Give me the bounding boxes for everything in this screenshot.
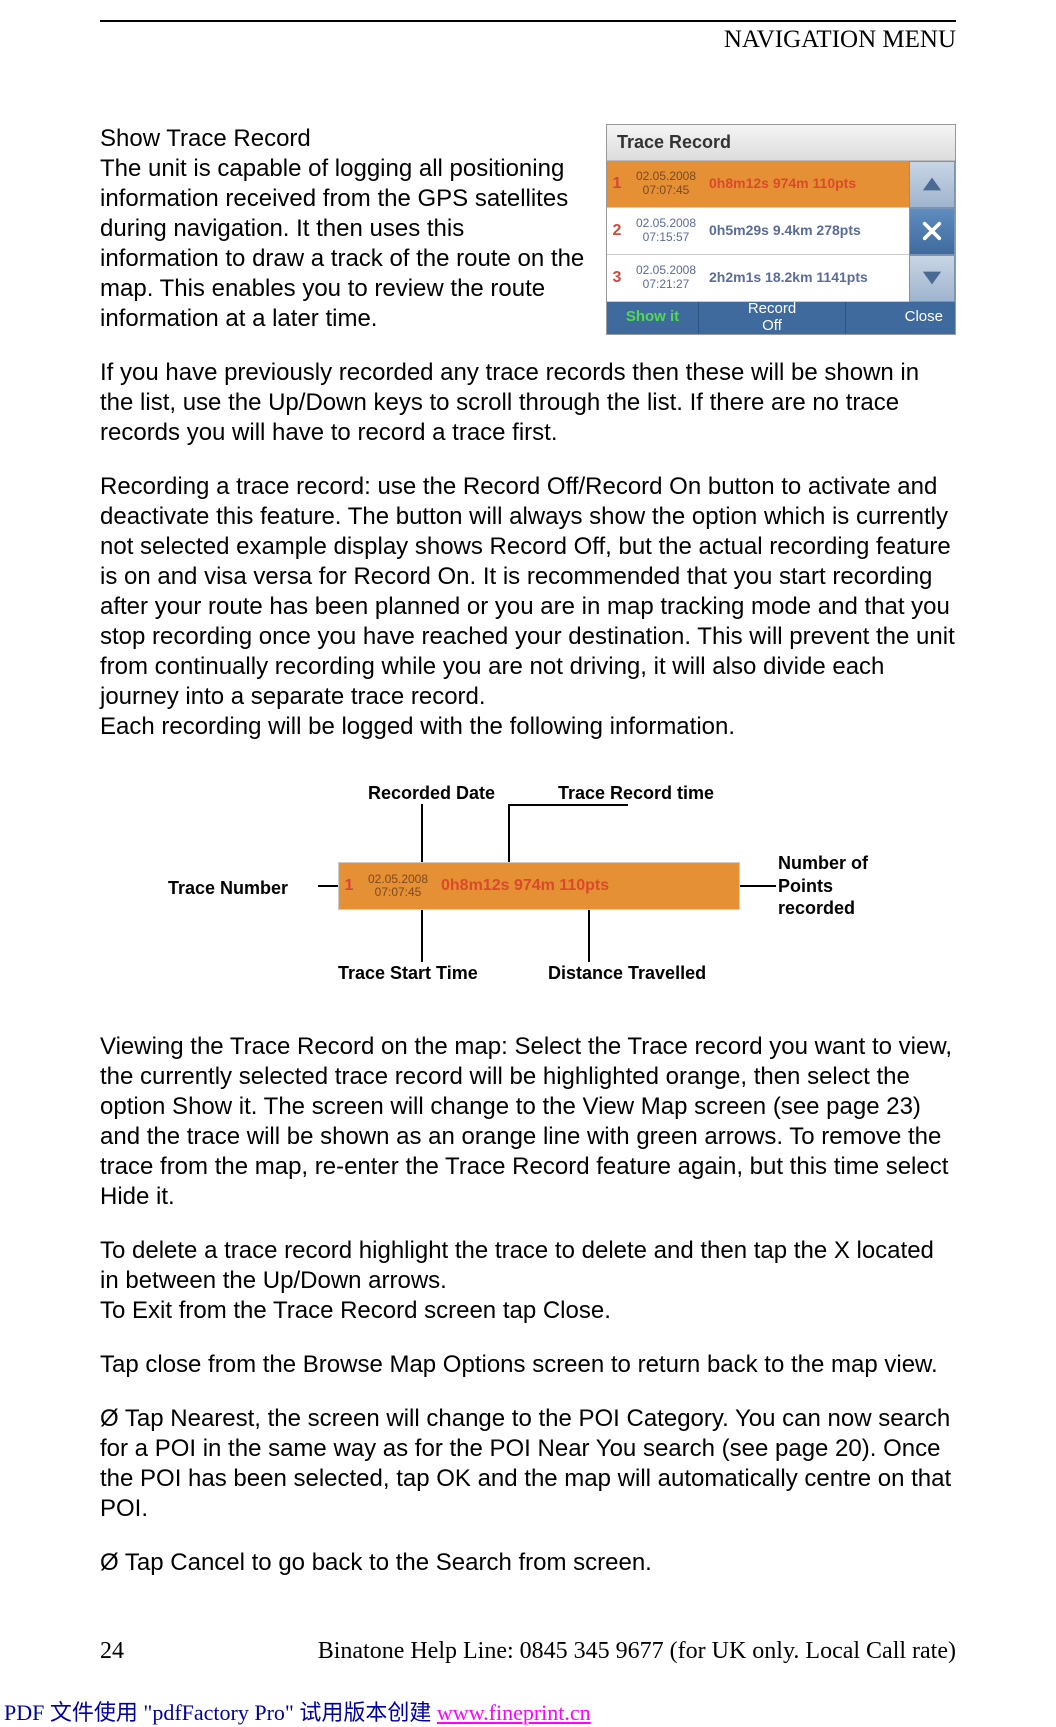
paragraph: Each recording will be logged with the f… — [100, 712, 956, 742]
trace-row-datetime: 02.05.2008 07:21:27 — [627, 264, 705, 290]
paragraph: Ø Tap Nearest, the screen will change to… — [100, 1404, 956, 1524]
label-trace-record-time: Trace Record time — [558, 782, 714, 805]
label-number-points: Number of Points recorded — [778, 852, 888, 920]
paragraph: Recording a trace record: use the Record… — [100, 472, 956, 712]
paragraph: Viewing the Trace Record on the map: Sel… — [100, 1032, 956, 1212]
trace-row-datetime: 02.05.2008 07:07:45 — [627, 170, 705, 196]
trace-row-info: 2h2m1s 18.2km 1141pts — [705, 269, 909, 287]
trace-row-number: 1 — [607, 174, 627, 194]
pdf-factory-footer: PDF 文件使用 "pdfFactory Pro" 试用版本创建 www.fin… — [0, 1695, 1056, 1727]
trace-record-screenshot: Trace Record 1 02.05.2008 07:07:45 0h8m1… — [606, 124, 956, 335]
anno-row-datetime: 02.05.2008 07:07:45 — [359, 873, 437, 899]
delete-button[interactable] — [909, 208, 955, 255]
page-header-title: NAVIGATION MENU — [100, 26, 956, 54]
trace-row-info: 0h8m12s 974m 110pts — [705, 175, 909, 193]
page-number: 24 — [100, 1638, 124, 1665]
paragraph: Tap close from the Browse Map Options sc… — [100, 1350, 956, 1380]
record-off-button[interactable]: Record Off — [699, 302, 846, 334]
annotated-trace-row: 1 02.05.2008 07:07:45 0h8m12s 974m 110pt… — [338, 862, 740, 910]
helpline-text: Binatone Help Line: 0845 345 9677 (for U… — [318, 1638, 956, 1665]
arrow-up-icon — [921, 173, 943, 195]
trace-row-info: 0h5m29s 9.4km 278pts — [705, 222, 909, 240]
trace-row-number: 2 — [607, 221, 627, 241]
scroll-down-button[interactable] — [909, 255, 955, 302]
paragraph: To delete a trace record highlight the t… — [100, 1236, 956, 1296]
annotated-trace-row-figure: Recorded Date Trace Record time Trace Nu… — [168, 782, 888, 992]
paragraph: If you have previously recorded any trac… — [100, 358, 956, 448]
paragraph: To Exit from the Trace Record screen tap… — [100, 1296, 956, 1326]
trace-row-1[interactable]: 1 02.05.2008 07:07:45 0h8m12s 974m 110pt… — [607, 161, 909, 208]
show-it-button[interactable]: Show it — [607, 302, 699, 334]
anno-row-number: 1 — [339, 876, 359, 896]
fineprint-link[interactable]: www.fineprint.cn — [437, 1700, 591, 1725]
trace-record-title: Trace Record — [607, 125, 955, 161]
trace-row-3[interactable]: 3 02.05.2008 07:21:27 2h2m1s 18.2km 1141… — [607, 255, 909, 302]
trace-row-number: 3 — [607, 268, 627, 288]
trace-row-2[interactable]: 2 02.05.2008 07:15:57 0h5m29s 9.4km 278p… — [607, 208, 909, 255]
scroll-up-button[interactable] — [909, 161, 955, 208]
paragraph: Ø Tap Cancel to go back to the Search fr… — [100, 1548, 956, 1578]
trace-row-datetime: 02.05.2008 07:15:57 — [627, 217, 705, 243]
label-recorded-date: Recorded Date — [368, 782, 495, 805]
label-trace-number: Trace Number — [168, 877, 288, 900]
label-distance-travelled: Distance Travelled — [548, 962, 706, 985]
close-icon — [921, 220, 943, 242]
arrow-down-icon — [921, 267, 943, 289]
anno-row-info: 0h8m12s 974m 110pts — [437, 876, 739, 896]
close-button[interactable]: Close — [846, 302, 955, 334]
header-divider — [100, 20, 956, 22]
label-trace-start-time: Trace Start Time — [338, 962, 478, 985]
